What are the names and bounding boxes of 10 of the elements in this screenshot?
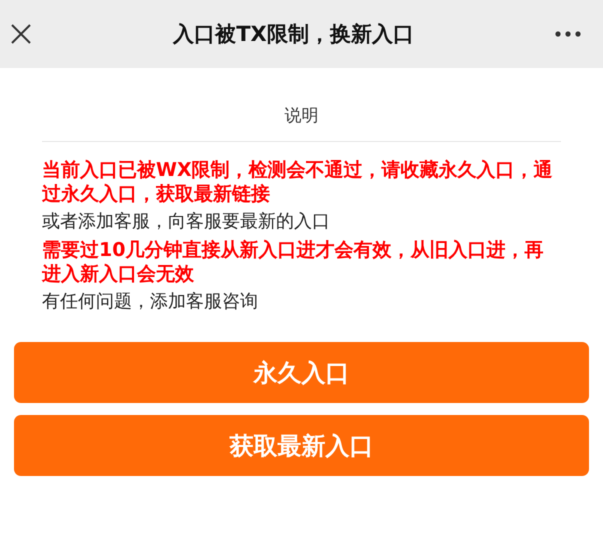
entry-button[interactable]: 永久入口 bbox=[14, 342, 589, 403]
entry-button[interactable]: 获取最新入口 bbox=[14, 415, 589, 476]
warning-text: 当前入口已被WX限制，检测会不通过，请收藏永久入口，通过永久入口，获取最新链接 bbox=[42, 158, 554, 206]
info-text: 或者添加客服，向客服要最新的入口 bbox=[42, 210, 331, 234]
more-icon[interactable] bbox=[554, 31, 581, 37]
section-title: 说明 bbox=[42, 68, 561, 142]
info-text: 有任何问题，添加客服咨询 bbox=[42, 290, 259, 314]
page-title: 入口被TX限制，换新入口 bbox=[173, 21, 414, 48]
close-icon[interactable] bbox=[10, 23, 32, 45]
warning-text: 需要过10几分钟直接从新入口进才会有效，从旧入口进，再进入新入口会无效 bbox=[42, 238, 544, 286]
